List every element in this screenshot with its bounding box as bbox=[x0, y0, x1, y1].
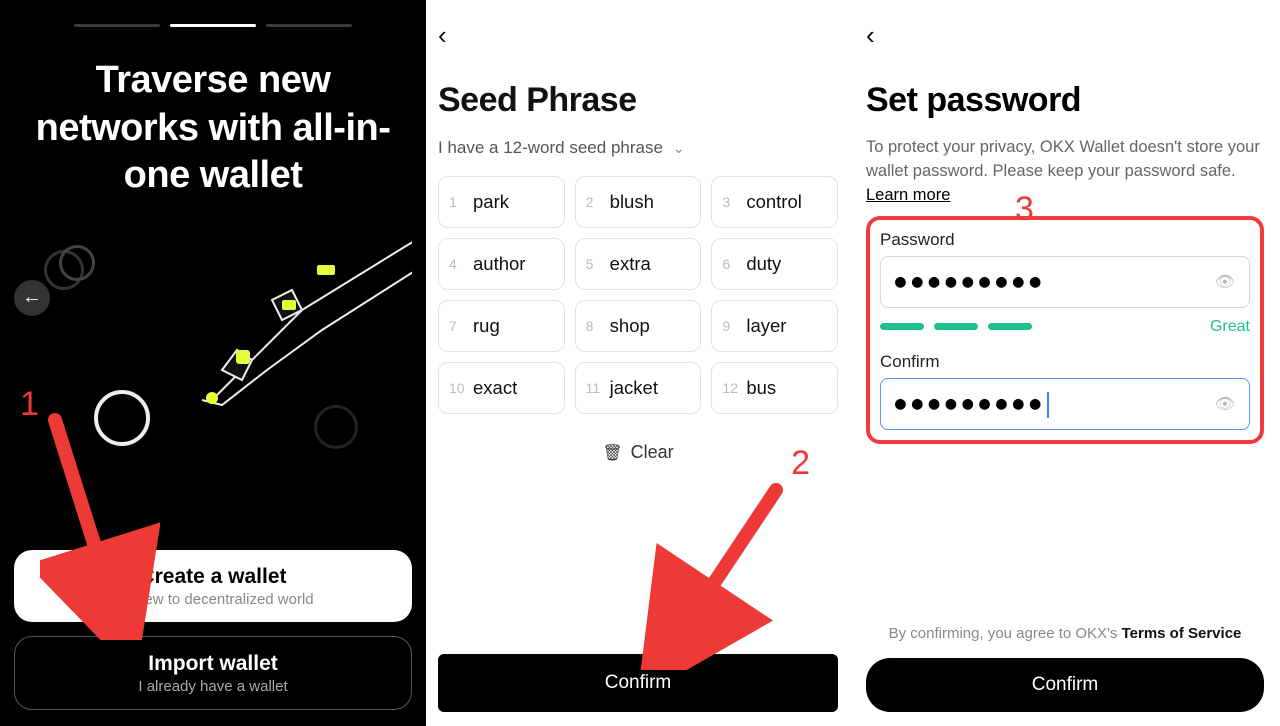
masked-value: ●●●●●●●●● bbox=[895, 393, 1047, 414]
seed-word: blush bbox=[610, 191, 654, 213]
confirm-label: Confirm bbox=[1032, 674, 1099, 696]
seed-word: shop bbox=[610, 315, 650, 337]
back-button[interactable]: ‹ bbox=[866, 20, 1264, 51]
confirm-button[interactable]: Confirm bbox=[438, 654, 838, 712]
seed-word: layer bbox=[746, 315, 786, 337]
onboarding-headline: Traverse new networks with all-in-one wa… bbox=[14, 57, 412, 200]
clear-button[interactable]: 🗑 Clear bbox=[438, 442, 838, 463]
chevron-left-icon: ‹ bbox=[866, 20, 875, 50]
seed-index: 2 bbox=[586, 194, 602, 210]
confirm-password-input[interactable]: ●●●●●●●●● 👁 bbox=[880, 378, 1250, 430]
tos-disclaimer: By confirming, you agree to OKX's Terms … bbox=[866, 625, 1264, 642]
seed-word-input[interactable]: 9 layer bbox=[711, 300, 838, 352]
annotation-arrow bbox=[636, 480, 796, 670]
seed-index: 8 bbox=[586, 318, 602, 334]
eye-icon[interactable]: 👁 bbox=[1215, 272, 1235, 292]
set-password-screen: ‹ Set password To protect your privacy, … bbox=[850, 0, 1280, 726]
seed-word: bus bbox=[746, 377, 776, 399]
arrow-left-icon: ← bbox=[22, 286, 42, 309]
seed-word: extra bbox=[610, 253, 651, 275]
seed-index: 5 bbox=[586, 256, 602, 272]
progress-dots bbox=[74, 24, 353, 27]
button-title: Create a wallet bbox=[28, 564, 398, 589]
password-fields-group: Password ●●●●●●●●● 👁 Great Confirm ●●●●●… bbox=[866, 216, 1264, 444]
create-wallet-button[interactable]: Create a wallet I'm new to decentralized… bbox=[14, 550, 412, 622]
eye-icon[interactable]: 👁 bbox=[1215, 394, 1235, 414]
seed-word: exact bbox=[473, 377, 517, 399]
back-button[interactable]: ‹ bbox=[438, 20, 838, 51]
learn-more-link[interactable]: Learn more bbox=[866, 186, 950, 204]
password-input[interactable]: ●●●●●●●●● 👁 bbox=[880, 256, 1250, 308]
seed-word-input[interactable]: 3 control bbox=[711, 176, 838, 228]
seed-word-input[interactable]: 1 park bbox=[438, 176, 565, 228]
back-button[interactable]: ← bbox=[14, 280, 50, 316]
masked-value: ●●●●●●●●● bbox=[895, 271, 1047, 292]
onboarding-screen: Traverse new networks with all-in-one wa… bbox=[0, 0, 426, 726]
page-title: Seed Phrase bbox=[438, 81, 838, 120]
seed-index: 6 bbox=[722, 256, 738, 272]
strength-label: Great bbox=[1210, 318, 1250, 336]
seed-index: 4 bbox=[449, 256, 465, 272]
seed-word-input[interactable]: 8 shop bbox=[575, 300, 702, 352]
seed-word: author bbox=[473, 253, 525, 275]
seed-word-input[interactable]: 5 extra bbox=[575, 238, 702, 290]
confirm-label: Confirm bbox=[605, 672, 672, 694]
confirm-button[interactable]: Confirm bbox=[866, 658, 1264, 712]
seed-word-input[interactable]: 6 duty bbox=[711, 238, 838, 290]
seed-word-input[interactable]: 12 bus bbox=[711, 362, 838, 414]
seed-word: park bbox=[473, 191, 509, 213]
coin-icon bbox=[314, 405, 358, 449]
seed-index: 1 bbox=[449, 194, 465, 210]
seed-word: duty bbox=[746, 253, 781, 275]
seed-word-input[interactable]: 7 rug bbox=[438, 300, 565, 352]
coin-icon bbox=[94, 390, 150, 446]
hero-illustration: ← bbox=[14, 220, 412, 550]
seed-length-dropdown[interactable]: I have a 12-word seed phrase ⌄ bbox=[438, 138, 838, 158]
password-description: To protect your privacy, OKX Wallet does… bbox=[866, 136, 1264, 208]
seed-word-input[interactable]: 2 blush bbox=[575, 176, 702, 228]
button-subtitle: I already have a wallet bbox=[29, 678, 397, 695]
seed-word-input[interactable]: 4 author bbox=[438, 238, 565, 290]
button-title: Import wallet bbox=[29, 651, 397, 676]
chevron-down-icon: ⌄ bbox=[673, 140, 685, 157]
tos-link[interactable]: Terms of Service bbox=[1122, 625, 1242, 642]
seed-grid: 1 park 2 blush 3 control 4 author 5 extra 6 duty 7 ru… bbox=[438, 176, 838, 414]
clear-label: Clear bbox=[631, 442, 674, 463]
confirm-label: Confirm bbox=[880, 352, 1250, 372]
seed-index: 12 bbox=[722, 380, 738, 396]
seed-phrase-screen: ‹ Seed Phrase I have a 12-word seed phra… bbox=[426, 0, 850, 726]
seed-word-input[interactable]: 11 jacket bbox=[575, 362, 702, 414]
button-subtitle: I'm new to decentralized world bbox=[28, 591, 398, 608]
chevron-left-icon: ‹ bbox=[438, 20, 447, 50]
password-strength: Great bbox=[880, 318, 1250, 336]
seed-word: jacket bbox=[610, 377, 658, 399]
dropdown-label: I have a 12-word seed phrase bbox=[438, 138, 663, 158]
seed-word: control bbox=[746, 191, 802, 213]
seed-index: 3 bbox=[722, 194, 738, 210]
seed-index: 11 bbox=[586, 380, 602, 396]
robotic-hand-illustration bbox=[102, 230, 412, 490]
import-wallet-button[interactable]: Import wallet I already have a wallet bbox=[14, 636, 412, 710]
password-label: Password bbox=[880, 230, 1250, 250]
seed-index: 9 bbox=[722, 318, 738, 334]
seed-word: rug bbox=[473, 315, 500, 337]
seed-word-input[interactable]: 10 exact bbox=[438, 362, 565, 414]
trash-icon: 🗑 bbox=[602, 443, 622, 463]
page-title: Set password bbox=[866, 81, 1264, 120]
seed-index: 10 bbox=[449, 380, 465, 396]
seed-index: 7 bbox=[449, 318, 465, 334]
text-cursor bbox=[1047, 392, 1049, 418]
